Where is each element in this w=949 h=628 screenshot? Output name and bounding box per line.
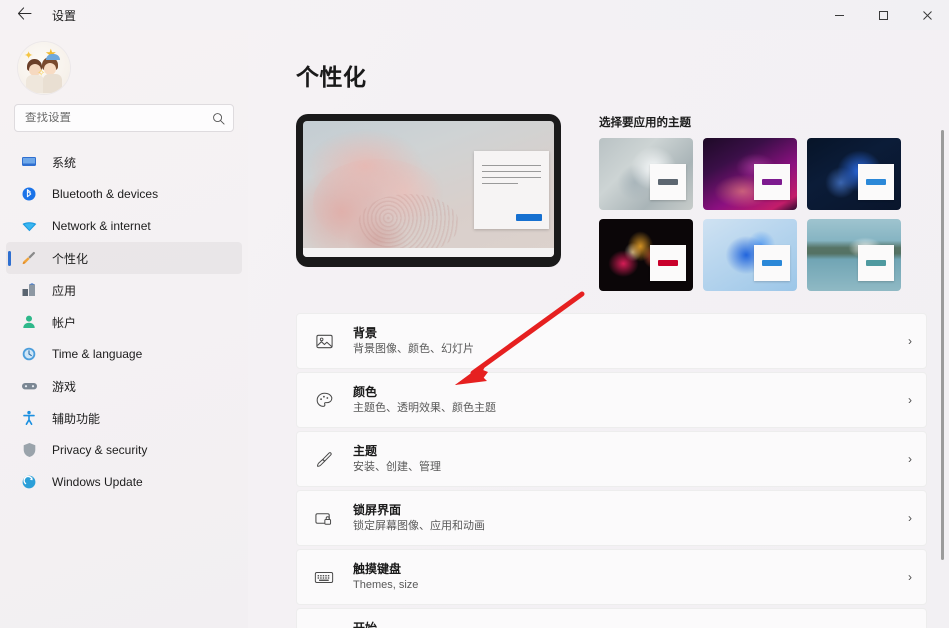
chevron-right-icon: › (908, 334, 912, 348)
sidebar-item-accounts[interactable]: 帐户 (6, 306, 242, 338)
sidebar-item-accessibility[interactable]: 辅助功能 (6, 402, 242, 434)
row-title: 锁屏界面 (353, 502, 402, 517)
row-title: 开始 (353, 620, 378, 628)
theme-card-6[interactable] (807, 219, 901, 291)
row-subtitle: Themes, size (353, 579, 419, 592)
paintbrush-icon (20, 249, 38, 267)
search-input[interactable] (25, 112, 212, 124)
sidebar-item-privacy-security[interactable]: Privacy & security (6, 434, 242, 466)
sidebar-item-label: Windows Update (52, 475, 143, 489)
sidebar-item-personalization[interactable]: 个性化 (6, 242, 242, 274)
window-controls (817, 0, 949, 30)
sidebar-item-label: 帐户 (52, 315, 77, 330)
image-icon (313, 330, 335, 352)
chevron-right-icon: › (908, 511, 912, 525)
sidebar-item-label: 游戏 (52, 379, 77, 394)
theme-card-5[interactable] (703, 219, 797, 291)
system-monitor-icon (20, 153, 38, 171)
maximize-button[interactable] (861, 0, 905, 30)
keyboard-icon (313, 566, 335, 588)
row-subtitle: 背景图像、颜色、幻灯片 (353, 343, 474, 356)
settings-row-themes[interactable]: 主题 安装、创建、管理 › (296, 431, 927, 487)
avatar[interactable]: ✦ ★ ✧ (18, 42, 70, 94)
row-subtitle: 锁定屏幕图像、应用和动画 (353, 520, 485, 533)
sidebar-item-apps[interactable]: 应用 (6, 274, 242, 306)
theme-card-4[interactable] (599, 219, 693, 291)
theme-chooser: 选择要应用的主题 (599, 114, 927, 291)
settings-row-colors[interactable]: 颜色 主题色、透明效果、颜色主题 › (296, 372, 927, 428)
search-icon (212, 112, 225, 125)
sidebar-item-label: 个性化 (52, 251, 89, 266)
row-title: 颜色 (353, 384, 378, 399)
search-box[interactable] (14, 104, 234, 132)
sidebar: ✦ ★ ✧ 系统 (0, 30, 248, 628)
theme-card-1[interactable] (599, 138, 693, 210)
preview-dialog-mock (474, 151, 549, 229)
row-title: 主题 (353, 443, 378, 458)
settings-row-lock-screen[interactable]: 锁屏界面 锁定屏幕图像、应用和动画 › (296, 490, 927, 546)
theme-chooser-heading: 选择要应用的主题 (599, 117, 691, 129)
apps-icon (20, 281, 38, 299)
update-refresh-icon (20, 473, 38, 491)
sidebar-item-label: 辅助功能 (52, 411, 101, 426)
chevron-right-icon: › (908, 393, 912, 407)
settings-row-touch-keyboard[interactable]: 触摸键盘 Themes, size › (296, 549, 927, 605)
sidebar-item-label: Time & language (52, 347, 143, 361)
sidebar-item-label: Bluetooth & devices (52, 187, 159, 201)
sidebar-item-system[interactable]: 系统 (6, 146, 242, 178)
page-title: 个性化 (296, 64, 367, 90)
account-person-icon (20, 313, 38, 331)
back-arrow-icon (17, 7, 32, 23)
settings-row-background[interactable]: 背景 背景图像、颜色、幻灯片 › (296, 313, 927, 369)
settings-window: 设置 ✦ ★ ✧ (0, 0, 949, 628)
row-title: 触摸键盘 (353, 561, 402, 576)
row-subtitle: 安装、创建、管理 (353, 461, 441, 474)
settings-row-start[interactable]: 开始 Recent apps and items, folders › (296, 608, 927, 628)
chevron-right-icon: › (908, 452, 912, 466)
top-section: 选择要应用的主题 (296, 114, 949, 291)
sidebar-item-label: Network & internet (52, 219, 151, 233)
sidebar-item-network-internet[interactable]: Network & internet (6, 210, 242, 242)
title-bar: 设置 (0, 0, 949, 30)
back-button[interactable] (8, 2, 40, 28)
paintbrush-icon (313, 448, 335, 470)
minimize-button[interactable] (817, 0, 861, 30)
row-title: 背景 (353, 325, 378, 340)
clock-icon (20, 345, 38, 363)
theme-card-3[interactable] (807, 138, 901, 210)
sidebar-item-label: Privacy & security (52, 443, 148, 457)
close-button[interactable] (905, 0, 949, 30)
shield-icon (20, 441, 38, 459)
sidebar-item-label: 系统 (52, 155, 77, 170)
sidebar-item-windows-update[interactable]: Windows Update (6, 466, 242, 498)
settings-list: 背景 背景图像、颜色、幻灯片 › 颜色 主题色、透明效果、颜色主题 › 主题 安… (296, 313, 949, 628)
chevron-right-icon: › (908, 570, 912, 584)
main-content: 个性化 选择要应用的主题 背景 背景图像、颜色、幻灯片 › 颜色 主题色、透明效… (248, 30, 949, 628)
theme-card-2[interactable] (703, 138, 797, 210)
sidebar-item-bluetooth-devices[interactable]: Bluetooth & devices (6, 178, 242, 210)
lock-screen-icon (313, 507, 335, 529)
palette-icon (313, 389, 335, 411)
sidebar-nav: 系统 Bluetooth & devices Network & interne… (0, 146, 248, 498)
sidebar-item-gaming[interactable]: 游戏 (6, 370, 242, 402)
sidebar-item-label: 应用 (52, 283, 77, 298)
accessibility-icon (20, 409, 38, 427)
sparkle-icon: ✧ (37, 68, 46, 79)
main-scrollbar[interactable] (941, 130, 944, 560)
sidebar-item-time-language[interactable]: Time & language (6, 338, 242, 370)
theme-grid (599, 138, 927, 291)
window-title: 设置 (52, 8, 77, 23)
desktop-wallpaper-preview[interactable] (296, 114, 561, 267)
gamepad-icon (20, 377, 38, 395)
bluetooth-icon (20, 185, 38, 203)
wifi-icon (20, 217, 38, 235)
row-subtitle: 主题色、透明效果、颜色主题 (353, 402, 496, 415)
